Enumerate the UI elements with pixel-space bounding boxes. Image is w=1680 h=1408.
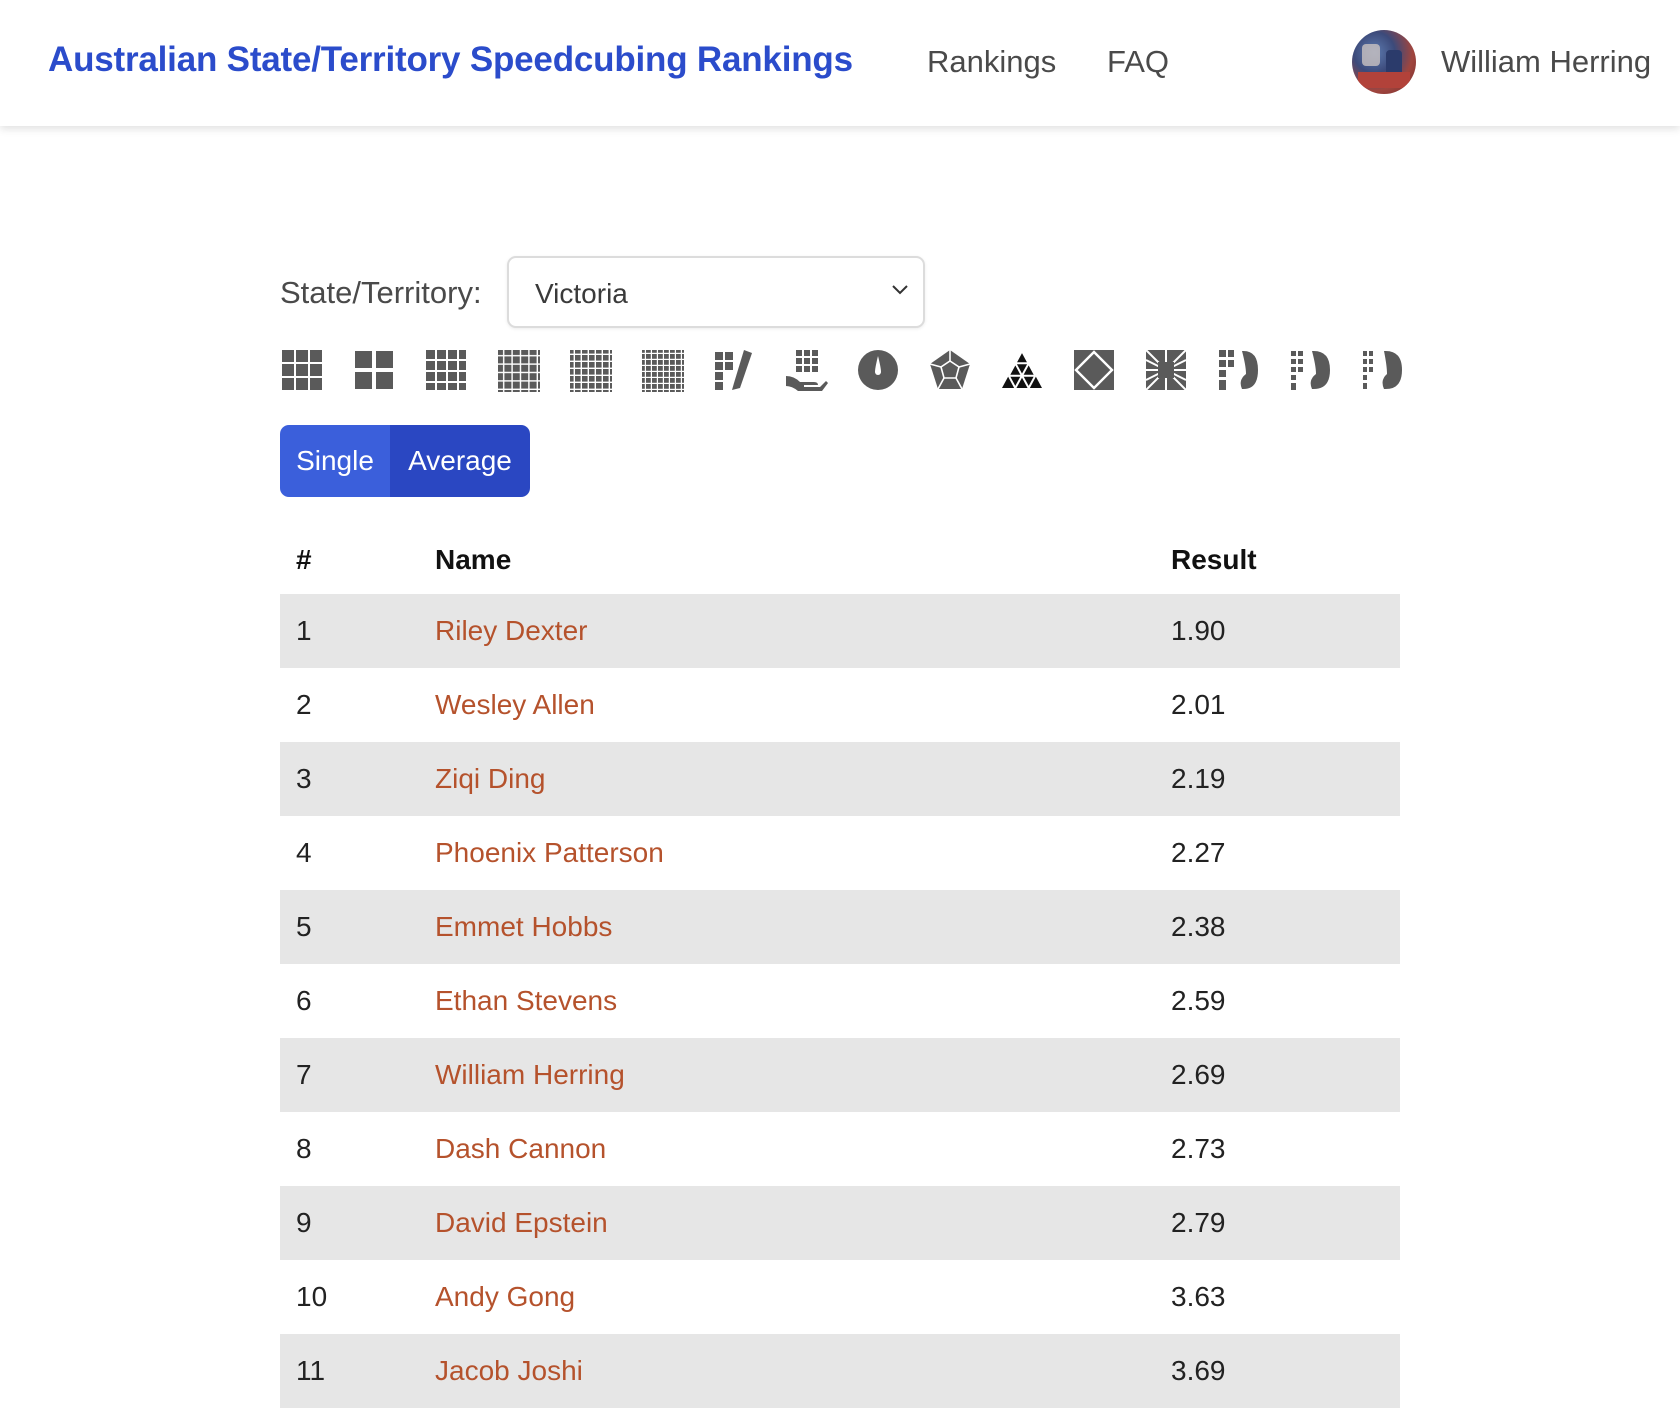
- row-result: 2.19: [1171, 763, 1226, 794]
- megaminx-icon[interactable]: [928, 348, 972, 392]
- table-header: # Name Result: [280, 524, 1400, 594]
- row-result: 3.69: [1171, 1355, 1226, 1386]
- average-button[interactable]: Average: [390, 425, 530, 497]
- row-result: 2.73: [1171, 1133, 1226, 1164]
- row-rank: 9: [296, 1207, 312, 1238]
- competitor-link[interactable]: Emmet Hobbs: [435, 911, 612, 943]
- table-row: 2 Wesley Allen 2.01: [280, 668, 1400, 742]
- table-row: 7 William Herring 2.69: [280, 1038, 1400, 1112]
- result-type-toggle: Single Average: [280, 425, 530, 497]
- row-rank: 6: [296, 985, 312, 1016]
- table-row: 8 Dash Cannon 2.73: [280, 1112, 1400, 1186]
- table-row: 3 Ziqi Ding 2.19: [280, 742, 1400, 816]
- chevron-down-icon: [892, 285, 908, 295]
- 2x2x2-cube-icon[interactable]: [352, 348, 396, 392]
- row-rank: 10: [296, 1281, 328, 1312]
- 4x4-blindfolded-icon[interactable]: [1216, 348, 1260, 392]
- 7x7x7-cube-icon[interactable]: [640, 348, 684, 392]
- table-body: 1 Riley Dexter 1.90 2 Wesley Allen 2.01 3 Ziqi …: [280, 594, 1400, 1408]
- clock-icon[interactable]: [856, 348, 900, 392]
- row-result: 2.69: [1171, 1059, 1226, 1090]
- row-rank: 4: [296, 837, 312, 868]
- competitor-link[interactable]: David Epstein: [435, 1207, 608, 1239]
- table-row: 6 Ethan Stevens 2.59: [280, 964, 1400, 1038]
- competitor-link[interactable]: William Herring: [435, 1059, 625, 1091]
- row-result: 2.38: [1171, 911, 1226, 942]
- row-rank: 1: [296, 615, 312, 646]
- row-result: 3.63: [1171, 1281, 1226, 1312]
- table-row: 5 Emmet Hobbs 2.38: [280, 890, 1400, 964]
- pyraminx-icon[interactable]: [1000, 348, 1044, 392]
- user-avatar[interactable]: [1352, 30, 1416, 94]
- nav-rankings-link[interactable]: Rankings: [927, 44, 1056, 80]
- row-result: 1.90: [1171, 615, 1226, 646]
- table-row: 9 David Epstein 2.79: [280, 1186, 1400, 1260]
- single-button[interactable]: Single: [280, 425, 390, 497]
- competitor-link[interactable]: Riley Dexter: [435, 615, 587, 647]
- row-rank: 8: [296, 1133, 312, 1164]
- row-rank: 7: [296, 1059, 312, 1090]
- row-result: 2.79: [1171, 1207, 1226, 1238]
- competitor-link[interactable]: Ziqi Ding: [435, 763, 545, 795]
- 5x5-blindfolded-icon[interactable]: [1288, 348, 1332, 392]
- row-rank: 11: [296, 1355, 326, 1386]
- row-result: 2.59: [1171, 985, 1226, 1016]
- 6x6x6-cube-icon[interactable]: [568, 348, 612, 392]
- row-rank: 5: [296, 911, 312, 942]
- competitor-link[interactable]: Ethan Stevens: [435, 985, 617, 1017]
- site-brand[interactable]: Australian State/Territory Speedcubing R…: [48, 40, 853, 80]
- row-rank: 3: [296, 763, 312, 794]
- 4x4x4-cube-icon[interactable]: [424, 348, 468, 392]
- row-result: 2.01: [1171, 689, 1226, 720]
- competitor-link[interactable]: Andy Gong: [435, 1281, 575, 1313]
- row-result: 2.27: [1171, 837, 1226, 868]
- 3x3x3-cube-icon[interactable]: [280, 348, 324, 392]
- 3x3-multi-blind-icon[interactable]: [1360, 348, 1404, 392]
- 3x3-blindfolded-icon[interactable]: [712, 348, 756, 392]
- competitor-link[interactable]: Phoenix Patterson: [435, 837, 664, 869]
- table-row: 1 Riley Dexter 1.90: [280, 594, 1400, 668]
- table-row: 10 Andy Gong 3.63: [280, 1260, 1400, 1334]
- competitor-link[interactable]: Dash Cannon: [435, 1133, 606, 1165]
- nav-faq-link[interactable]: FAQ: [1107, 44, 1169, 80]
- 5x5x5-cube-icon[interactable]: [496, 348, 540, 392]
- user-name[interactable]: William Herring: [1441, 44, 1651, 80]
- header-result: Result: [1171, 544, 1257, 575]
- top-navbar: Australian State/Territory Speedcubing R…: [0, 0, 1680, 126]
- table-row: 11 Jacob Joshi 3.69: [280, 1334, 1400, 1408]
- 3x3-one-handed-icon[interactable]: [784, 348, 828, 392]
- competitor-link[interactable]: Jacob Joshi: [435, 1355, 583, 1387]
- rankings-table: # Name Result 1 Riley Dexter 1.90 2 Wesley A…: [280, 524, 1400, 1408]
- table-row: 4 Phoenix Patterson 2.27: [280, 816, 1400, 890]
- header-name: Name: [435, 544, 512, 575]
- state-select-value: Victoria: [535, 278, 628, 309]
- skewb-icon[interactable]: [1072, 348, 1116, 392]
- square-1-icon[interactable]: [1144, 348, 1188, 392]
- competitor-link[interactable]: Wesley Allen: [435, 689, 595, 721]
- state-select[interactable]: Victoria: [507, 256, 925, 328]
- state-label: State/Territory:: [280, 275, 482, 310]
- header-rank: #: [296, 544, 312, 575]
- row-rank: 2: [296, 689, 312, 720]
